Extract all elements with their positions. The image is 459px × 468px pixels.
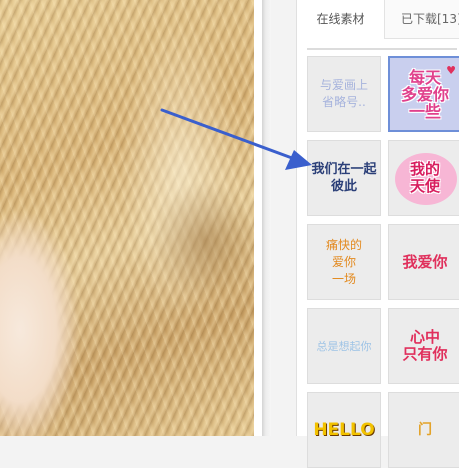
sticker-tile[interactable]: 与爱画上 省略号..	[307, 56, 381, 132]
sticker-label: 总是想起你	[316, 339, 372, 353]
sticker-label: 心中 只有你	[402, 328, 448, 363]
grid-scroll-edge	[307, 48, 457, 54]
sticker-tile[interactable]: HELLO	[307, 392, 381, 468]
photo-canvas[interactable]	[0, 0, 262, 436]
sticker-tile[interactable]: 门	[388, 392, 459, 468]
sticker-tile[interactable]: 心中 只有你	[388, 308, 459, 384]
material-tabs: 在线素材 已下载[13]	[297, 0, 459, 39]
sticker-label: 我爱你	[402, 252, 448, 271]
tab-online-material[interactable]: 在线素材	[297, 0, 385, 39]
sticker-label: 每天 多爱你 一些	[400, 67, 449, 121]
sticker-tile[interactable]: 总是想起你	[307, 308, 381, 384]
sticker-grid: 与爱画上 省略号.. ♥ 每天 多爱你 一些 我们在一起 彼此 我的 天使 痛快…	[297, 48, 459, 468]
tab-downloaded[interactable]: 已下载[13]	[393, 0, 459, 38]
material-panel: 在线素材 已下载[13] 与爱画上 省略号.. ♥ 每天 多爱你 一些 我们在一…	[296, 0, 459, 468]
canvas-edge	[254, 0, 262, 436]
sticker-tile[interactable]: 我爱你	[388, 224, 459, 300]
sticker-label: 痛快的 爱你 一场	[325, 237, 362, 286]
panel-divider[interactable]	[262, 0, 271, 436]
sticker-tile[interactable]: 我们在一起 彼此	[307, 140, 381, 216]
sticker-tile[interactable]: 我的 天使	[388, 140, 459, 216]
sticker-tile-selected[interactable]: ♥ 每天 多爱你 一些	[388, 56, 459, 132]
sticker-label: 我们在一起 彼此	[311, 162, 377, 194]
sticker-label: 与爱画上 省略号..	[319, 78, 368, 109]
sticker-label: 我的 天使	[409, 160, 440, 195]
sticker-tile[interactable]: 痛快的 爱你 一场	[307, 224, 381, 300]
hair-shade	[150, 180, 260, 300]
